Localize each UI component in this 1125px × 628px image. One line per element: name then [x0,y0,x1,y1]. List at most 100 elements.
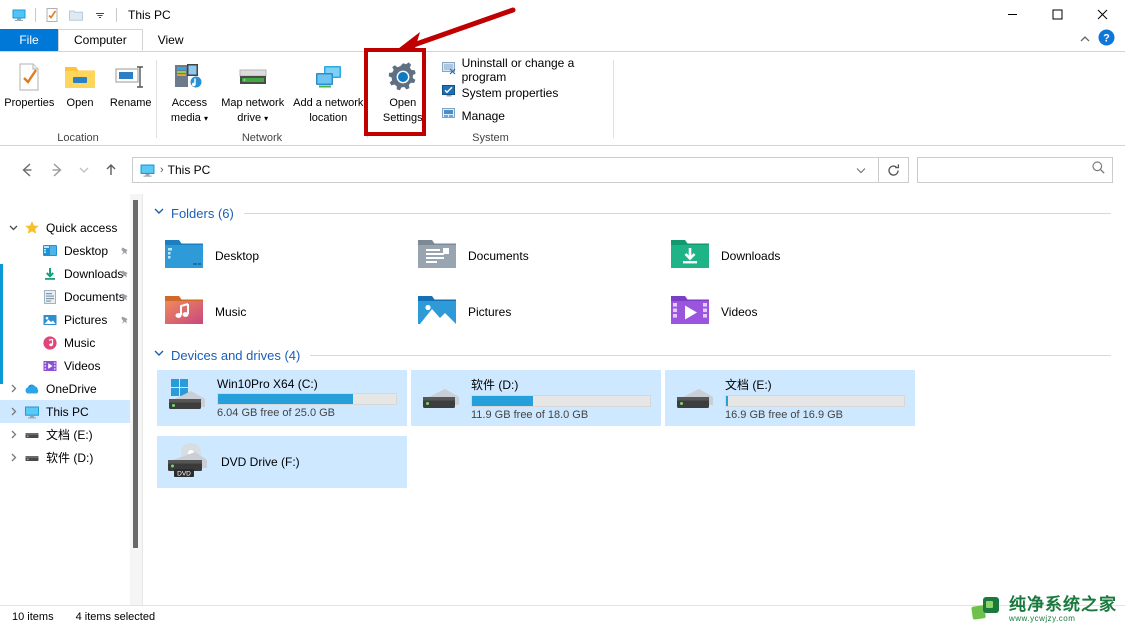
window-controls [990,0,1125,29]
chevron-collapsed-icon[interactable] [4,452,22,463]
drive-usage-fill [218,394,354,404]
folder-tile[interactable]: Music [157,284,410,340]
chevron-collapsed-icon[interactable] [4,406,22,417]
properties-button[interactable]: Properties [4,56,55,128]
access-media-button[interactable]: Access media ▾ [163,56,216,128]
pin-icon[interactable] [119,313,130,331]
sidebar-item-d[interactable]: 软件 (D:) [0,446,142,469]
system-properties-button[interactable]: System properties [438,83,613,103]
drive-tile[interactable]: Win10Pro X64 (C:) 6.04 GB free of 25.0 GB [157,370,407,426]
sidebar-scrollbar[interactable] [130,194,142,605]
drive-tile[interactable]: 软件 (D:) 11.9 GB free of 18.0 GB [411,370,661,426]
breadcrumb-current[interactable]: This PC [168,163,211,177]
sidebar-item-e[interactable]: 文档 (E:) [0,423,142,446]
system-small-items: Uninstall or change a program System pro… [432,56,613,126]
main-area: Quick access Desktop Downloads Documents Pic… [0,194,1125,605]
sidebar-item-label: OneDrive [46,381,97,396]
breadcrumb-dropdown-button[interactable] [848,158,874,182]
sidebar-item-documents[interactable]: Documents [0,285,142,308]
svg-text:?: ? [1103,32,1110,44]
back-button[interactable] [12,155,42,185]
search-box[interactable] [917,157,1113,183]
folder-icon[interactable] [65,4,87,26]
drive-usage-fill [726,395,728,406]
open-button[interactable]: Open [55,56,106,128]
dvd-drive-tile[interactable]: DVD DVD Drive (F:) [157,436,407,488]
address-bar: › This PC [0,146,1125,194]
tab-file[interactable]: File [0,29,58,51]
sidebar-item-pictures[interactable]: Pictures [0,308,142,331]
up-button[interactable] [96,155,126,185]
collapse-ribbon-button[interactable] [1078,31,1092,49]
refresh-button[interactable] [879,157,909,183]
dvd-drive-name: DVD Drive (F:) [221,455,300,469]
desktop-icon [40,243,60,259]
sidebar-item-label: Desktop [64,243,109,258]
properties-icon[interactable] [41,4,63,26]
add-network-location-button[interactable]: Add a network location [290,56,367,128]
chevron-down-icon[interactable] [153,346,165,364]
location-group-items: Properties Open Rename [0,52,156,129]
breadcrumb-separator[interactable]: › [160,164,164,176]
chevron-collapsed-icon[interactable] [4,429,22,440]
sidebar-item-this-pc[interactable]: This PC [0,400,142,423]
drive-tile[interactable]: 文档 (E:) 16.9 GB free of 16.9 GB [665,370,915,426]
desktop-folder-icon [163,236,205,277]
navigation-pane: Quick access Desktop Downloads Documents Pic… [0,194,142,605]
sidebar-item-music[interactable]: Music [0,331,142,354]
pin-icon[interactable] [119,290,130,308]
svg-text:DVD: DVD [177,470,191,477]
dropdown-icon[interactable] [89,4,111,26]
watermark-text: 纯净系统之家 www.ycwjzy.com [1009,596,1117,623]
tab-computer[interactable]: Computer [58,29,143,51]
hard-drive-icon [419,377,463,420]
recent-locations-button[interactable] [72,155,96,185]
system-group-items: Open Settings Uninstall or change a prog… [368,52,613,129]
file-explorer-window: This PC File Computer View ? Properties … [0,0,1125,628]
manage-button[interactable]: Manage [438,106,613,126]
map-network-drive-button[interactable]: Map network drive ▾ [216,56,290,128]
folder-tile[interactable]: Pictures [410,284,663,340]
folders-group-header[interactable]: Folders (6) [143,194,1125,222]
maximize-button[interactable] [1035,0,1080,29]
breadcrumb-bar[interactable]: › This PC [132,157,879,183]
pin-icon[interactable] [119,267,130,285]
drive-name: Win10Pro X64 (C:) [217,377,318,391]
forward-button[interactable] [42,155,72,185]
drives-group-title: Devices and drives (4) [171,347,301,363]
monitor-icon[interactable] [8,4,30,26]
sidebar-scrollbar-thumb[interactable] [133,200,138,548]
folder-tile[interactable]: Documents [410,228,663,284]
sidebar-item-onedrive[interactable]: OneDrive [0,377,142,400]
dvd-drive-icon: DVD [165,440,213,485]
minimize-button[interactable] [990,0,1035,29]
rename-button[interactable]: Rename [105,56,156,128]
drive-free-space: 16.9 GB free of 16.9 GB [725,408,844,421]
sidebar-item-quick-access[interactable]: Quick access [0,216,142,239]
help-button[interactable]: ? [1098,29,1115,51]
sidebar-item-videos[interactable]: Videos [0,354,142,377]
uninstall-or-change-a-program-button[interactable]: Uninstall or change a program [438,56,613,84]
sidebar-item-downloads[interactable]: Downloads [0,262,142,285]
chevron-down-icon[interactable] [153,204,165,222]
tab-view[interactable]: View [143,29,199,51]
chevron-expanded-icon[interactable] [4,222,22,233]
status-selection-count: 4 items selected [75,611,156,623]
folder-tile[interactable]: Videos [663,284,916,340]
chevron-collapsed-icon[interactable] [4,383,22,394]
open-settings-button[interactable]: Open Settings [374,56,432,128]
sidebar-item-desktop[interactable]: Desktop [0,239,142,262]
settings-gear-icon [385,60,421,94]
search-input[interactable] [924,163,1091,177]
folders-group-rule [243,212,1111,214]
access-media-label-2: media ▾ [170,112,208,124]
sidebar-item-label: Music [64,335,96,350]
close-button[interactable] [1080,0,1125,29]
drives-group-header[interactable]: Devices and drives (4) [143,340,1125,364]
folder-tile[interactable]: Downloads [663,228,916,284]
quick-access-toolbar [0,4,120,26]
search-icon[interactable] [1091,160,1106,180]
toolbar-divider-2 [116,7,117,22]
pin-icon[interactable] [119,244,130,262]
folder-tile[interactable]: Desktop [157,228,410,284]
